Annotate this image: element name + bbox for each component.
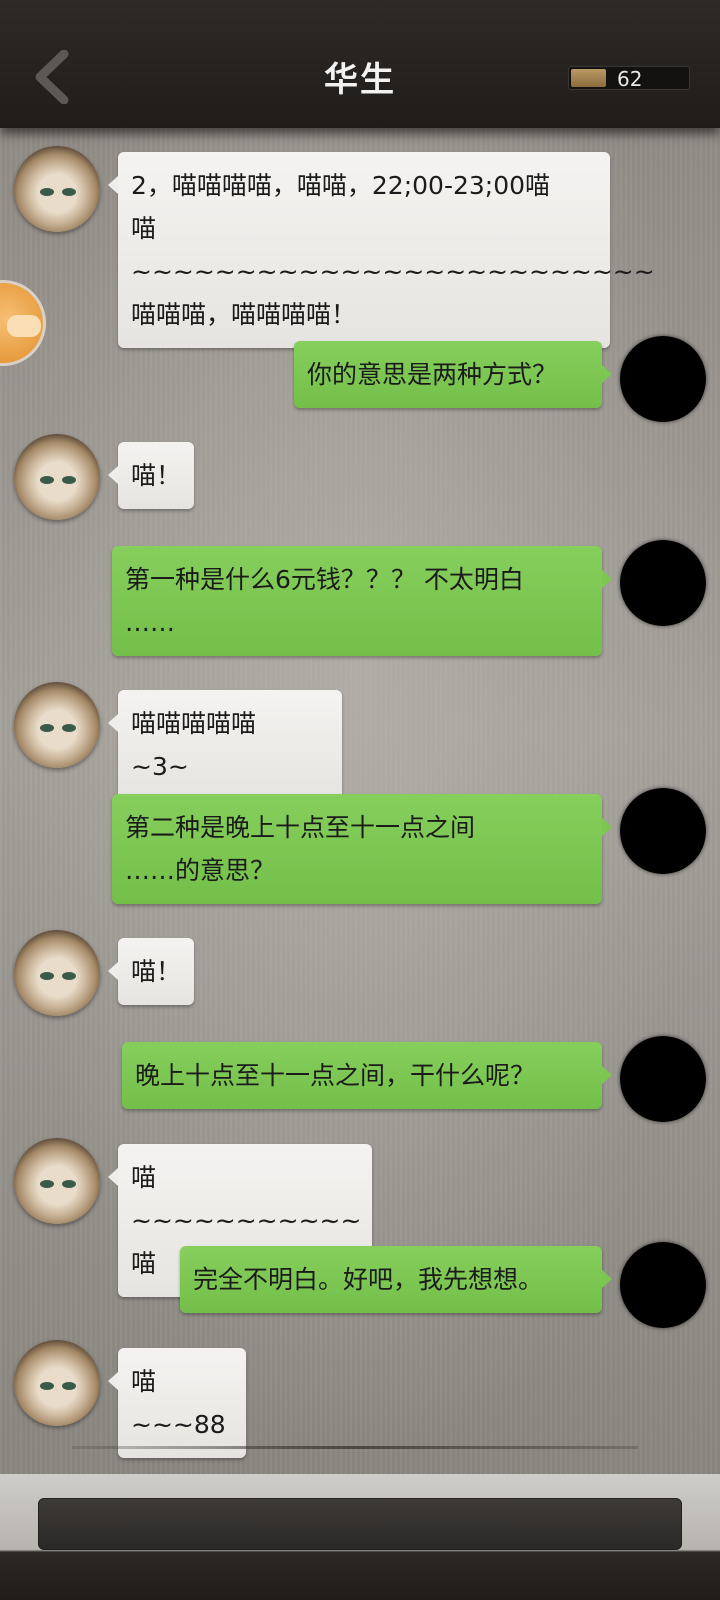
cat-avatar[interactable] <box>14 1340 100 1426</box>
top-bar: 华生 62 <box>0 0 720 128</box>
player-avatar[interactable] <box>620 788 706 874</box>
message-bubble-outgoing: 晚上十点至十一点之间，干什么呢？ <box>122 1042 612 1109</box>
cat-avatar[interactable] <box>14 146 100 232</box>
player-avatar[interactable] <box>620 336 706 422</box>
message-bubble-incoming: 喵~~~88 <box>108 1348 246 1458</box>
chat-area[interactable]: 2，喵喵喵喵，喵喵，22;00-23;00喵 喵~~~~~~~~~~~~~~~~… <box>0 128 720 1474</box>
player-avatar[interactable] <box>620 1036 706 1122</box>
counter-value: 62 <box>617 67 643 91</box>
gamepad-icon <box>7 315 41 337</box>
chat-end-divider <box>72 1446 638 1449</box>
cat-avatar[interactable] <box>14 434 100 520</box>
message-bubble-incoming: 2，喵喵喵喵，喵喵，22;00-23;00喵 喵~~~~~~~~~~~~~~~~… <box>108 152 655 348</box>
cat-avatar[interactable] <box>14 1138 100 1224</box>
message-input[interactable] <box>38 1498 682 1550</box>
message-bubble-outgoing: 你的意思是两种方式？ <box>294 341 612 408</box>
player-avatar[interactable] <box>620 1242 706 1328</box>
message-bubble-outgoing: 第二种是晚上十点至十一点之间 ……的意思？ <box>112 794 612 904</box>
message-bubble-outgoing: 第一种是什么6元钱？？？ 不太明白 …… <box>112 546 612 656</box>
message-bubble-incoming: 喵！ <box>108 938 194 1005</box>
resource-counter: 62 <box>568 66 690 91</box>
message-bubble-incoming: 喵喵喵喵喵 ~3~ <box>108 690 342 800</box>
cat-avatar[interactable] <box>14 682 100 768</box>
message-bubble-outgoing: 完全不明白。好吧，我先想想。 <box>180 1246 612 1313</box>
bottom-bar <box>0 1474 720 1600</box>
floating-game-button[interactable] <box>0 280 46 366</box>
counter-fill-bar <box>571 69 606 87</box>
message-bubble-incoming: 喵！ <box>108 442 194 509</box>
cat-avatar[interactable] <box>14 930 100 1016</box>
player-avatar[interactable] <box>620 540 706 626</box>
